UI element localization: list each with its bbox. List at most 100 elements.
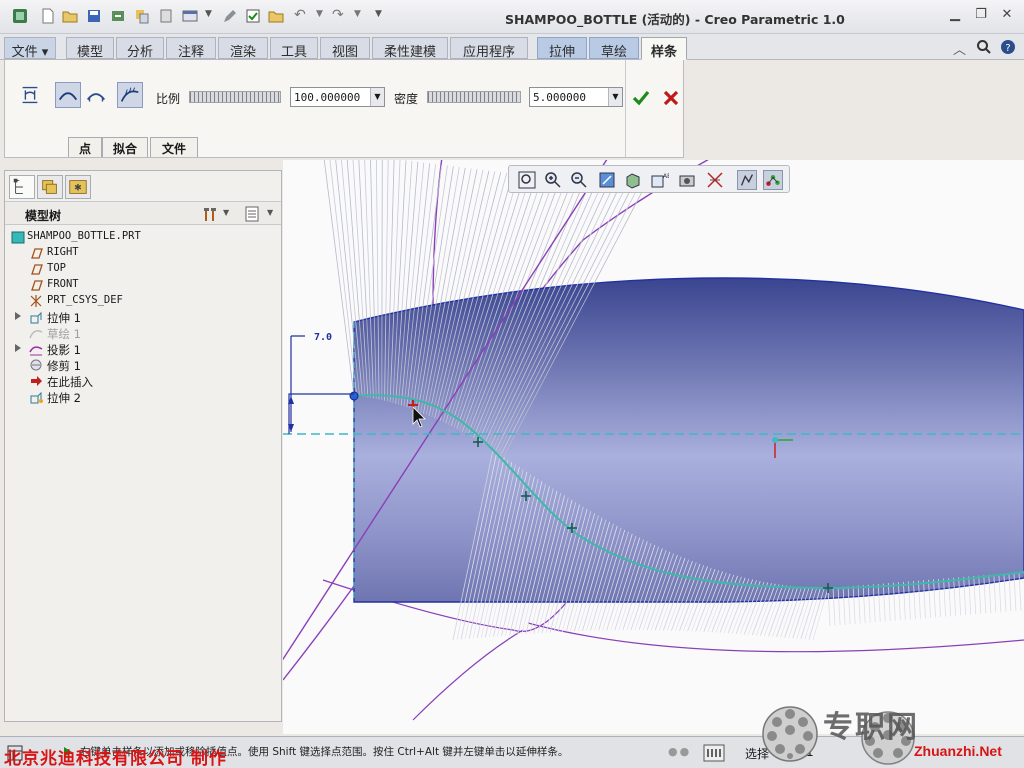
extruded-body[interactable] — [353, 277, 1024, 603]
collapse-ribbon-icon[interactable]: ︿ — [953, 39, 966, 58]
curvature-arc-alt-icon[interactable] — [83, 82, 109, 108]
curvature-arc-icon[interactable] — [55, 82, 81, 108]
minimize-button[interactable]: ▁ — [946, 8, 964, 24]
tab-spline[interactable]: 样条 — [641, 37, 687, 60]
x-icon[interactable] — [661, 88, 681, 108]
tree-item-8[interactable]: 修剪 1 — [5, 357, 275, 373]
tab-extrude[interactable]: 拉伸 — [537, 37, 587, 60]
svg-text:?: ? — [1005, 43, 1010, 54]
tab-view[interactable]: 视图 — [320, 37, 370, 60]
datum-plane-icon — [31, 248, 43, 259]
restore-button[interactable]: ❐ — [972, 8, 990, 24]
curvature-analysis-icon[interactable] — [117, 82, 143, 108]
search-icon[interactable] — [976, 39, 992, 55]
zoom-out-icon[interactable] — [569, 170, 589, 190]
tree-settings-icon[interactable] — [201, 205, 219, 223]
tab-model[interactable]: 模型 — [66, 37, 114, 60]
saved-views-icon[interactable]: AB — [649, 170, 669, 190]
expand-arrow-icon[interactable] — [15, 312, 21, 320]
tab-tools[interactable]: 工具 — [270, 37, 318, 60]
edit-icon[interactable] — [222, 8, 238, 24]
tree-item-6[interactable]: 草绘 1 — [5, 325, 275, 341]
spline-start-point[interactable] — [349, 391, 359, 401]
check-box-icon[interactable] — [245, 8, 261, 24]
view-manager-icon[interactable] — [677, 170, 697, 190]
tab-annotate[interactable]: 注释 — [166, 37, 216, 60]
help-icon[interactable]: ? — [1000, 39, 1016, 55]
subtab-file[interactable]: 文件 — [150, 137, 198, 157]
tree-settings-dropdown-icon[interactable]: ▼ — [223, 208, 229, 217]
tree-item-label: 拉伸 1 — [47, 311, 81, 325]
tab-analysis[interactable]: 分析 — [116, 37, 164, 60]
subtab-fit[interactable]: 拟合 — [102, 137, 148, 157]
tree-item-7[interactable]: 投影 1 — [5, 341, 275, 357]
undo-dropdown-icon[interactable]: ▼ — [316, 9, 323, 19]
new-file-icon[interactable] — [40, 8, 56, 24]
tab-flexible-modeling[interactable]: 柔性建模 — [372, 37, 448, 60]
regenerate-icon[interactable] — [110, 8, 126, 24]
windows-dropdown-icon[interactable]: ▼ — [205, 9, 212, 19]
zhuanzhi-logo-url: Zhuanzhi.Net — [914, 743, 1002, 759]
model-canvas[interactable]: 7.0 — [283, 160, 1024, 734]
refit-icon[interactable] — [517, 170, 537, 190]
folder-icon[interactable] — [268, 8, 284, 24]
spline-points-display-icon[interactable] — [763, 170, 783, 190]
comb-line — [329, 160, 358, 397]
tree-item-label: 拉伸 2 — [47, 391, 81, 405]
project-icon — [29, 346, 43, 356]
model-tree-title: 模型树 — [25, 209, 62, 223]
tree-filters-dropdown-icon[interactable]: ▼ — [267, 208, 273, 217]
scale-value-field[interactable]: 100.000000 ▼ — [290, 87, 385, 107]
display-style-icon[interactable] — [623, 170, 643, 190]
chevron-down-icon[interactable]: ▼ — [370, 88, 384, 106]
dimension-value[interactable]: 7.0 — [314, 332, 332, 343]
smart-filter-icon[interactable] — [703, 744, 725, 762]
copy-icon[interactable] — [134, 8, 150, 24]
open-folder-icon[interactable] — [62, 8, 78, 24]
density-slider[interactable] — [427, 91, 521, 103]
scale-label: 比例 — [156, 92, 181, 106]
expand-arrow-icon[interactable] — [15, 344, 21, 352]
csys-icon — [30, 295, 42, 307]
subtab-points[interactable]: 点 — [68, 137, 102, 157]
datum-display-icon[interactable] — [705, 170, 725, 190]
scale-slider[interactable] — [189, 91, 281, 103]
svg-text:AB: AB — [663, 173, 669, 180]
tree-item-4[interactable]: PRT_CSYS_DEF — [5, 293, 275, 309]
tree-item-3[interactable]: FRONT — [5, 277, 275, 293]
tree-item-2[interactable]: TOP — [5, 261, 275, 277]
tree-item-0[interactable]: SHAMPOO_BOTTLE.PRT — [5, 229, 275, 245]
extrude-icon — [30, 311, 42, 324]
trim-icon — [30, 359, 42, 371]
tab-file[interactable]: 文件 ▾ — [4, 37, 56, 60]
tree-item-5[interactable]: 拉伸 1 — [5, 309, 275, 325]
tree-item-9[interactable]: 在此插入 — [5, 373, 275, 389]
creo-app-icon[interactable] — [12, 8, 28, 24]
save-icon[interactable] — [86, 8, 102, 24]
favorites-tab-icon[interactable]: ✱ — [65, 175, 91, 199]
chevron-down-icon[interactable]: ▼ — [608, 88, 622, 106]
curvature-comb-icon[interactable] — [17, 82, 43, 108]
redo-icon[interactable]: ↷ — [332, 7, 344, 23]
check-icon[interactable] — [631, 88, 651, 108]
sketch-display-icon[interactable] — [737, 170, 757, 190]
customize-toolbar-icon[interactable]: ▼ — [375, 9, 382, 19]
tab-sketch[interactable]: 草绘 — [589, 37, 639, 60]
zoom-in-icon[interactable] — [543, 170, 563, 190]
repaint-icon[interactable] — [597, 170, 617, 190]
model-tree-tab-icon[interactable] — [9, 175, 35, 199]
view-toolbar: AB — [508, 165, 790, 193]
tree-item-1[interactable]: RIGHT — [5, 245, 275, 261]
tab-render[interactable]: 渲染 — [218, 37, 268, 60]
density-value-field[interactable]: 5.000000 ▼ — [529, 87, 623, 107]
graphics-window[interactable]: 7.0 — [283, 160, 1024, 734]
layer-tree-tab-icon[interactable] — [37, 175, 63, 199]
redo-dropdown-icon[interactable]: ▼ — [354, 9, 361, 19]
tree-item-10[interactable]: 拉伸 2 — [5, 389, 275, 405]
windows-icon[interactable] — [182, 8, 198, 24]
tab-applications[interactable]: 应用程序 — [450, 37, 528, 60]
undo-icon[interactable]: ↶ — [294, 7, 306, 23]
tree-filters-icon[interactable] — [243, 205, 261, 223]
paste-icon[interactable] — [158, 8, 174, 24]
close-window-button[interactable]: ✕ — [998, 8, 1016, 24]
